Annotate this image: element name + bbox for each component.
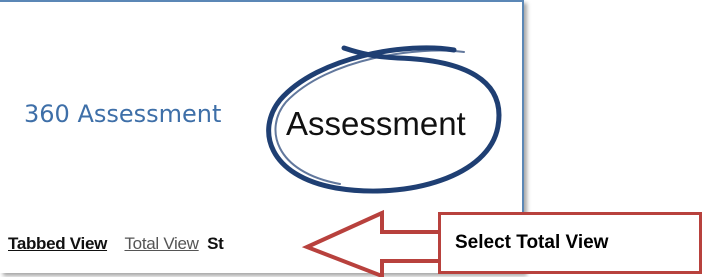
- tabbed-view-link[interactable]: Tabbed View: [8, 234, 107, 254]
- view-toggle-bar: Tabbed View Total View St: [8, 234, 224, 254]
- truncated-link-text[interactable]: St: [207, 234, 224, 254]
- instruction-callout-box: Select Total View: [438, 212, 702, 274]
- total-view-link[interactable]: Total View: [124, 234, 198, 254]
- circled-label: Assessment: [286, 105, 466, 142]
- tutorial-screenshot: 360 Assessment Assessment Tabbed View To…: [0, 0, 707, 277]
- instruction-text: Select Total View: [455, 232, 609, 253]
- page-title: 360 Assessment: [24, 100, 222, 128]
